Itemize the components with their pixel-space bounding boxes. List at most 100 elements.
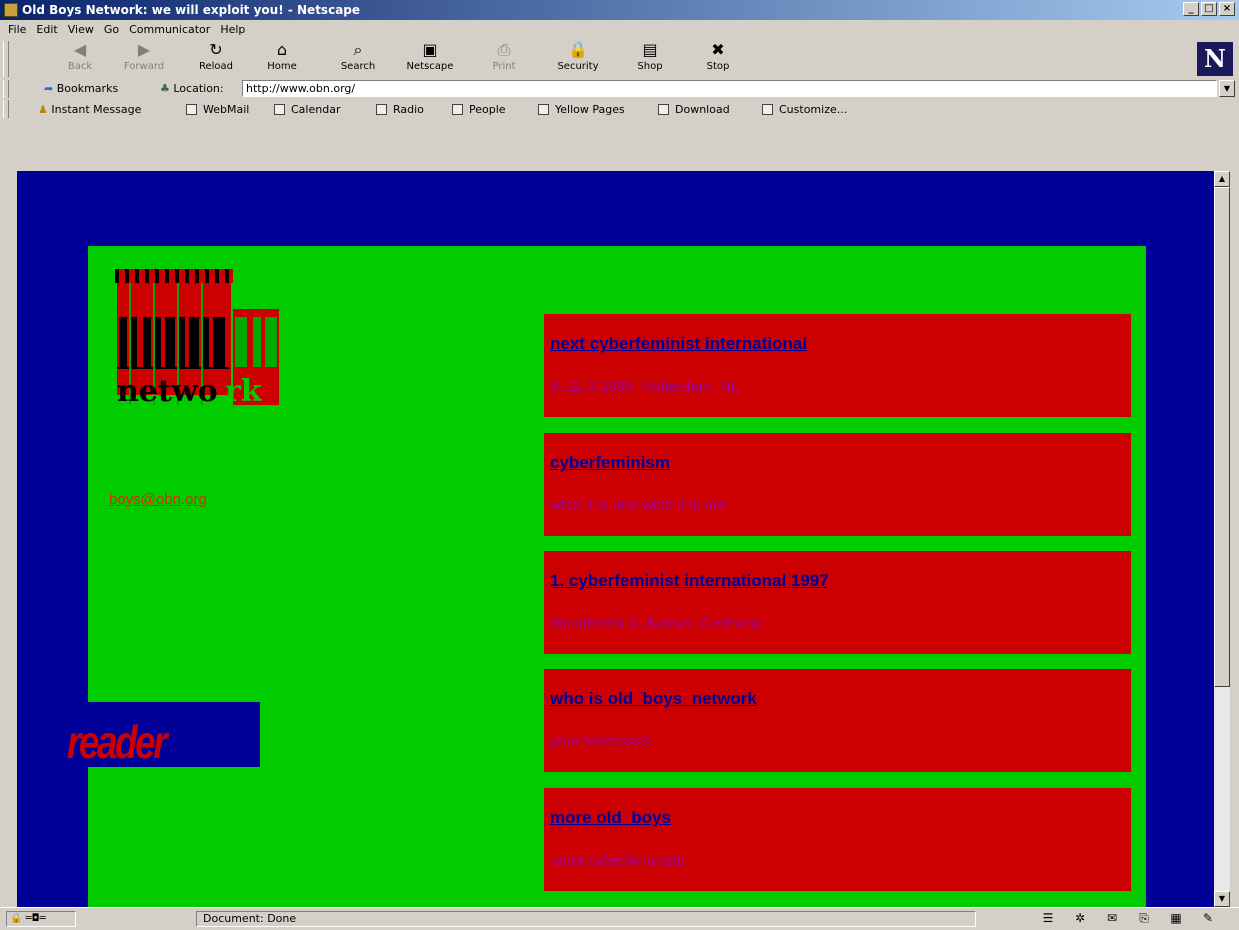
- personal-toolbar: ♟ Instant Message WebMail Calendar Radio…: [0, 99, 1239, 119]
- bookmark-page-icon: [452, 104, 463, 115]
- instant-message-button[interactable]: ♟ Instant Message: [38, 103, 141, 116]
- radio-button[interactable]: Radio: [376, 103, 424, 116]
- item-cyberfeminism: cyberfeminism what it is and what it is …: [544, 433, 1131, 536]
- location-toolbar: ➦ Bookmarks ♣ Location: http://www.obn.o…: [0, 79, 1239, 99]
- item-description: documenta X, Kassel, Germany: [550, 615, 762, 632]
- item-link[interactable]: who is old_boys_network: [550, 689, 757, 709]
- navigation-toolbar: ◀ Back ▶ Forward ↻ Reload ⌂ Home ⌕ Search ▣ Ne…: [0, 39, 1239, 79]
- home-button[interactable]: ⌂ Home: [254, 41, 310, 77]
- toolbar-grip[interactable]: [3, 80, 9, 98]
- webmail-button[interactable]: WebMail: [186, 103, 249, 116]
- shop-button[interactable]: ▤ Shop: [622, 41, 678, 77]
- item-link[interactable]: more old_boys: [550, 808, 671, 828]
- menu-view[interactable]: View: [68, 23, 94, 36]
- item-description: 8.-11.3.1999, Rotterdam, NL: [550, 378, 739, 395]
- bookmark-icon: ➦: [44, 82, 54, 95]
- bookmark-page-icon: [274, 104, 285, 115]
- netscape-throbber-logo[interactable]: N: [1197, 42, 1233, 76]
- item-link[interactable]: next cyberfeminist international: [550, 334, 807, 354]
- chevron-down-icon: ▼: [1223, 84, 1231, 93]
- bookmarks-button[interactable]: ➦ Bookmarks: [44, 82, 118, 95]
- bookmark-page-icon: [376, 104, 387, 115]
- composer-icon[interactable]: ✎: [1199, 911, 1217, 926]
- menu-edit[interactable]: Edit: [36, 23, 57, 36]
- navigator-icon[interactable]: ✲: [1071, 911, 1089, 926]
- security-button[interactable]: 🔒 Security: [550, 41, 606, 77]
- home-icon: ⌂: [276, 40, 288, 59]
- url-input[interactable]: http://www.obn.org/: [242, 80, 1217, 97]
- svg-text:rk: rk: [225, 374, 263, 407]
- window-title: Old Boys Network: we will exploit you! -…: [22, 3, 361, 17]
- calendar-button[interactable]: Calendar: [274, 103, 340, 116]
- email-link[interactable]: boys@obn.org: [109, 491, 207, 508]
- old-boys-network-logo[interactable]: netwo rk: [113, 269, 281, 407]
- scroll-up-button[interactable]: ▲: [1214, 171, 1230, 187]
- lock-icon: 🔒: [10, 913, 23, 924]
- search-button[interactable]: ⌕ Search: [330, 41, 386, 77]
- download-button[interactable]: Download: [658, 103, 730, 116]
- security-status[interactable]: 🔒 ═◘═: [6, 911, 76, 927]
- menu-communicator[interactable]: Communicator: [129, 23, 210, 36]
- bookmark-page-icon: [762, 104, 773, 115]
- scroll-thumb[interactable]: [1214, 187, 1230, 687]
- window-title-bar[interactable]: Old Boys Network: we will exploit you! -…: [0, 0, 1239, 20]
- forward-button[interactable]: ▶ Forward: [116, 41, 172, 77]
- menu-bar: File Edit View Go Communicator Help: [0, 20, 1239, 39]
- menu-file[interactable]: File: [8, 23, 26, 36]
- back-button[interactable]: ◀ Back: [52, 41, 108, 77]
- bookmark-page-icon: [538, 104, 549, 115]
- item-next-cyberfeminist-international: next cyberfeminist international 8.-11.3…: [544, 314, 1131, 417]
- close-button[interactable]: ×: [1219, 2, 1235, 16]
- svg-text:netwo: netwo: [117, 374, 218, 407]
- stop-icon: ✖: [711, 40, 725, 59]
- my-netscape-button[interactable]: ▣ Netscape: [402, 41, 458, 77]
- mail-icon[interactable]: ✉: [1103, 911, 1121, 926]
- reader-link[interactable]: reader: [67, 719, 168, 765]
- maximize-button[interactable]: □: [1201, 2, 1217, 16]
- bookmark-page-icon: [186, 104, 197, 115]
- search-icon: ⌕: [353, 40, 363, 59]
- component-bar: ☰ ✲ ✉ ⎘ ▦ ✎: [1039, 911, 1217, 926]
- status-text: Document: Done: [196, 911, 976, 927]
- vertical-scrollbar[interactable]: ▲ ▼: [1214, 171, 1230, 907]
- address-book-icon[interactable]: ▦: [1167, 911, 1185, 926]
- lock-icon: 🔒: [568, 40, 588, 59]
- reload-icon: ↻: [209, 40, 223, 59]
- back-arrow-icon: ◀: [73, 40, 87, 59]
- yellow-pages-button[interactable]: Yellow Pages: [538, 103, 625, 116]
- instant-message-icon: ♟: [38, 103, 48, 116]
- item-cyberfeminist-international-1997: 1. cyberfeminist international 1997 docu…: [544, 551, 1131, 654]
- print-button[interactable]: ⎙ Print: [476, 41, 532, 77]
- location-label: ♣ Location:: [160, 82, 224, 95]
- menu-help[interactable]: Help: [220, 23, 245, 36]
- chevron-up-icon: ▲: [1218, 174, 1226, 183]
- item-link[interactable]: 1. cyberfeminist international 1997: [550, 571, 829, 591]
- chevron-down-icon: ▼: [1218, 894, 1226, 903]
- item-link[interactable]: cyberfeminism: [550, 453, 670, 473]
- minimize-button[interactable]: _: [1183, 2, 1199, 16]
- page-content: netwo rk boys@obn.org reader next cyberf…: [17, 171, 1214, 907]
- netscape-app-icon: [4, 3, 18, 17]
- page-proxy-icon[interactable]: ♣: [160, 82, 170, 95]
- toolbar-grip[interactable]: [3, 41, 9, 77]
- bookmark-page-icon: [658, 104, 669, 115]
- connection-icon: ═◘═: [25, 913, 46, 924]
- customize-button[interactable]: Customize...: [762, 103, 847, 116]
- print-icon: ⎙: [497, 40, 511, 59]
- item-description: what it is and what it is not: [550, 497, 726, 514]
- menu-go[interactable]: Go: [104, 23, 119, 36]
- status-bar: 🔒 ═◘═ Document: Done ☰ ✲ ✉ ⎘ ▦ ✎: [0, 907, 1239, 930]
- people-button[interactable]: People: [452, 103, 506, 116]
- reload-button[interactable]: ↻ Reload: [188, 41, 244, 77]
- toolbar-grip[interactable]: [3, 100, 9, 118]
- newsgroups-icon[interactable]: ⎘: [1135, 911, 1153, 926]
- component-bar-grip-icon[interactable]: ☰: [1039, 911, 1057, 926]
- stop-button[interactable]: ✖ Stop: [690, 41, 746, 77]
- item-description: your hostesses: [550, 733, 651, 750]
- url-dropdown-button[interactable]: ▼: [1219, 80, 1235, 97]
- my-netscape-icon: ▣: [422, 40, 438, 59]
- scroll-down-button[interactable]: ▼: [1214, 891, 1230, 907]
- item-who-is-old-boys-network: who is old_boys_network your hostesses: [544, 669, 1131, 772]
- item-description: more cyberfeminists: [550, 852, 685, 869]
- shop-icon: ▤: [642, 40, 658, 59]
